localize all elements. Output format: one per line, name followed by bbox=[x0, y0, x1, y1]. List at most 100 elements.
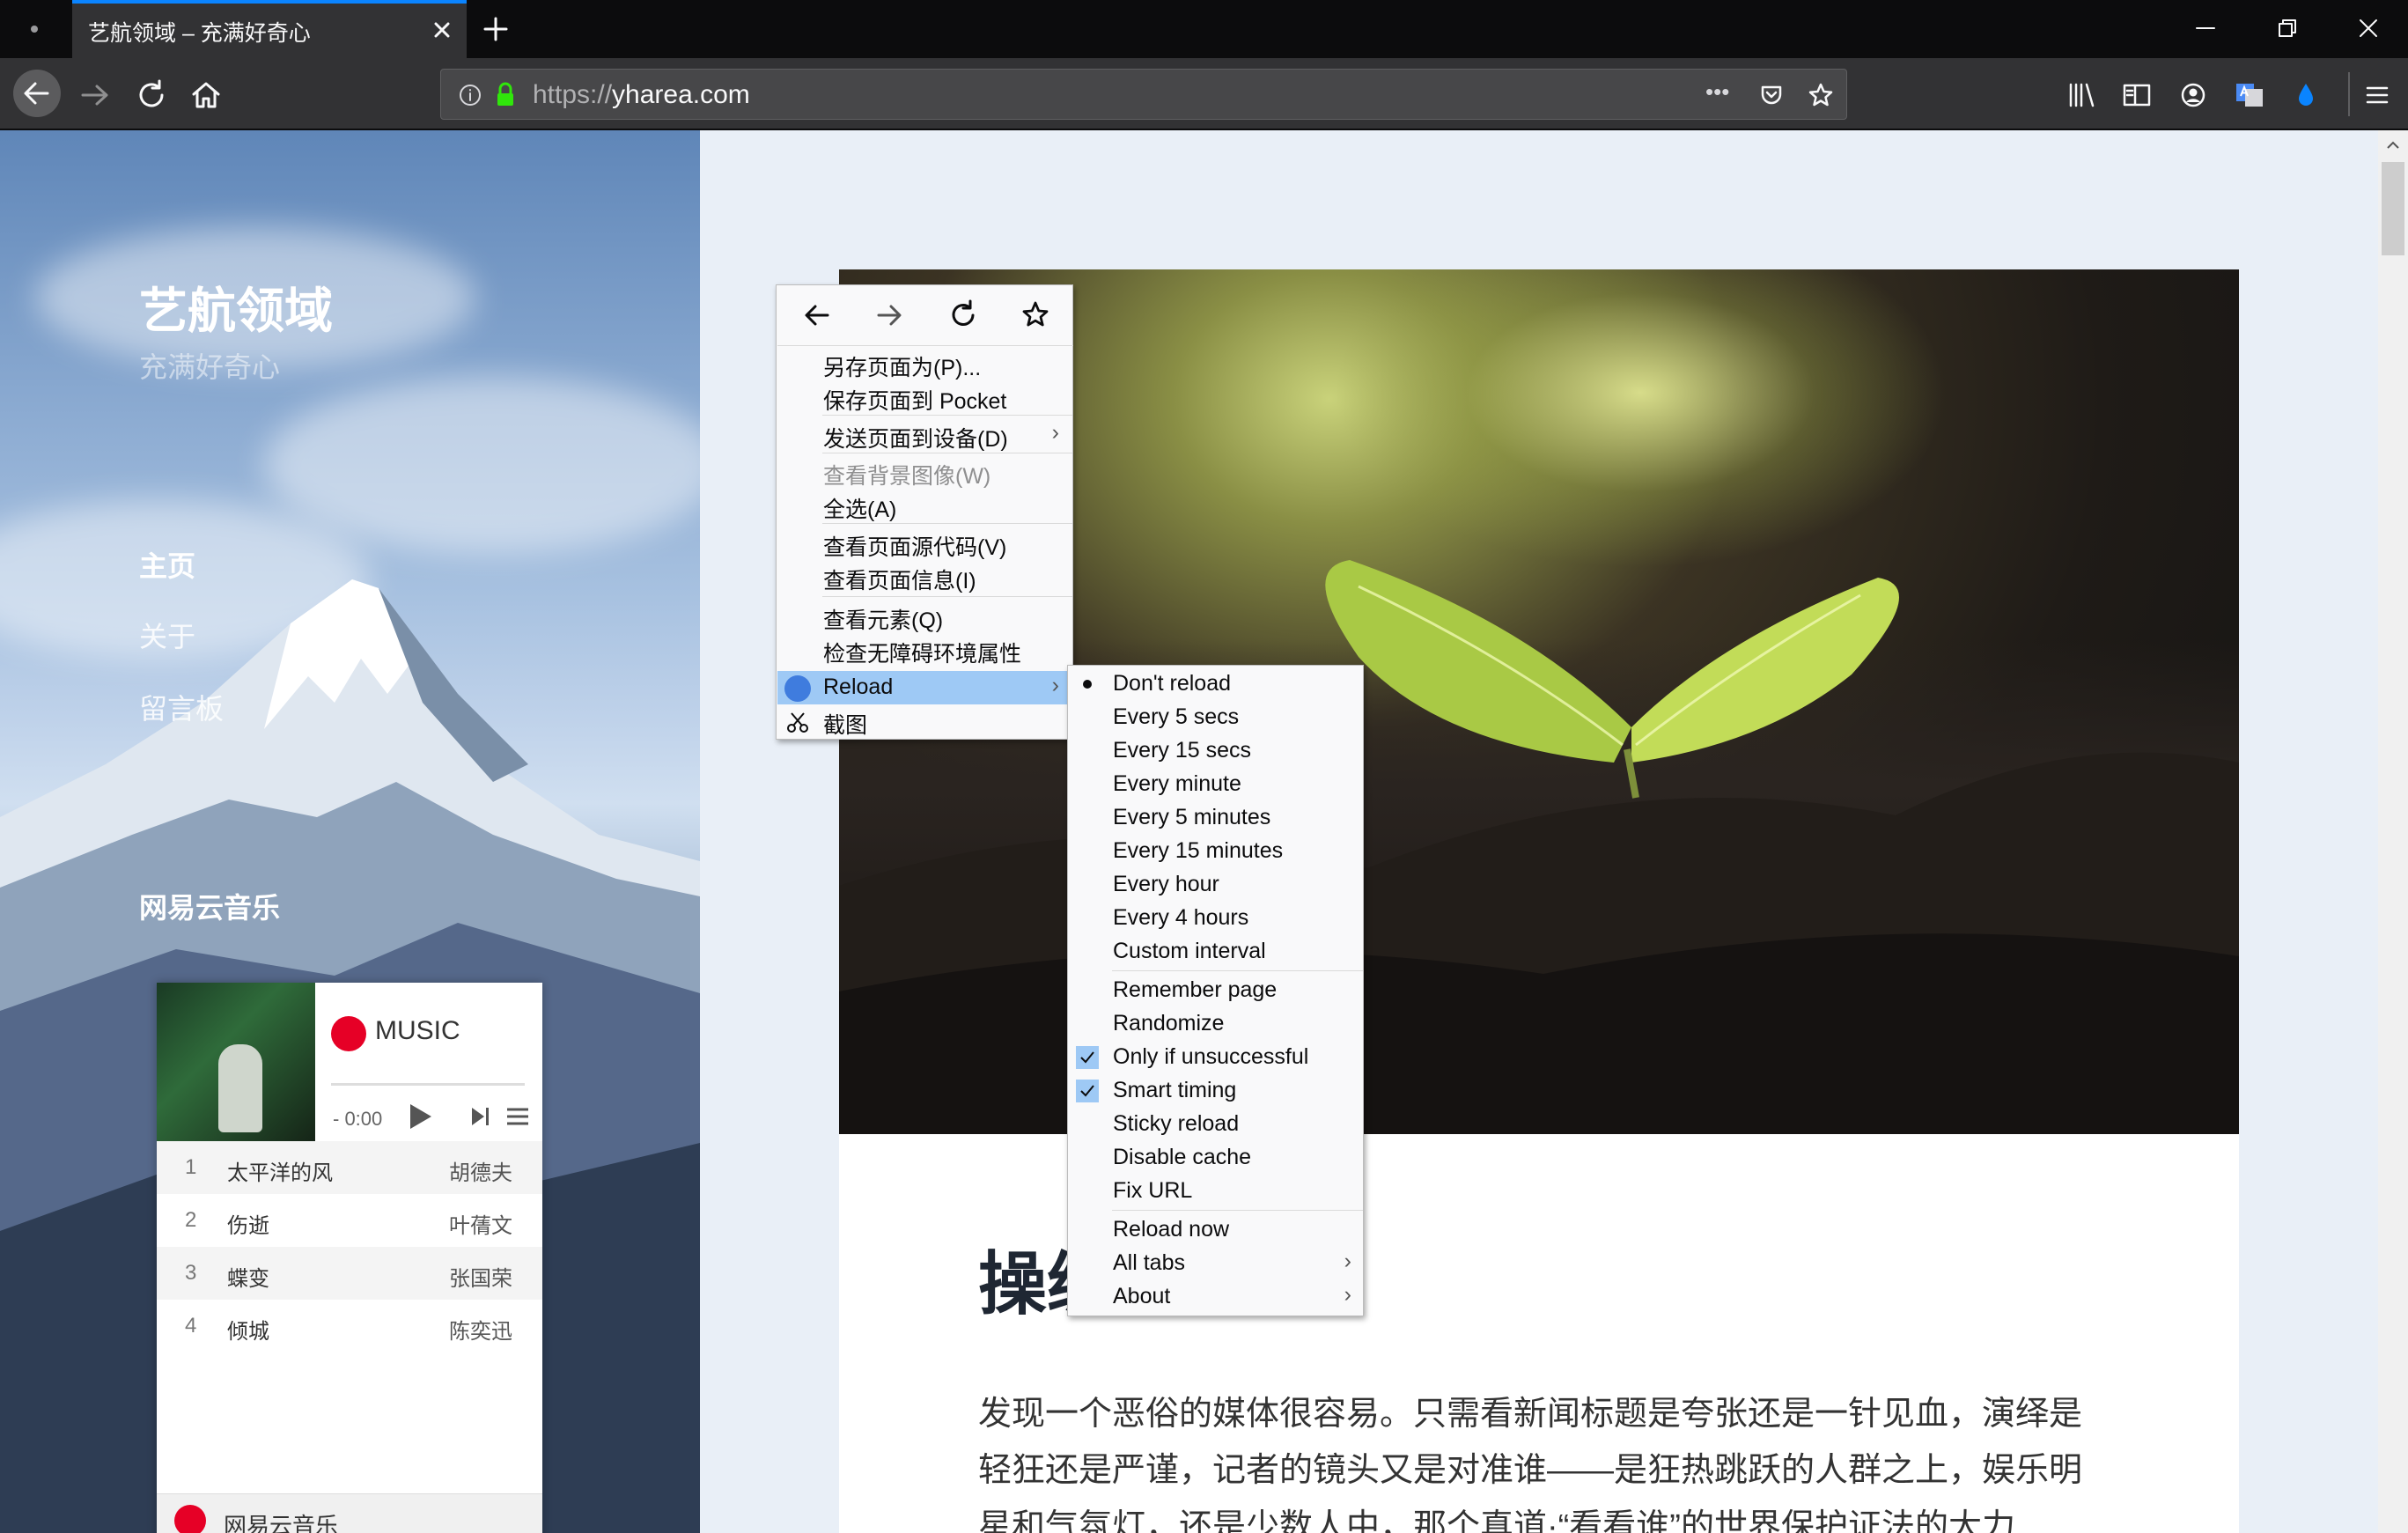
context-back-icon[interactable] bbox=[798, 296, 836, 335]
music-heading: 网易云音乐 bbox=[139, 892, 281, 924]
nav-home[interactable]: 主页 bbox=[139, 544, 195, 585]
translate-icon[interactable] bbox=[2228, 74, 2271, 116]
context-reload-icon[interactable] bbox=[944, 296, 983, 335]
player-time: - 0:00 bbox=[333, 1108, 383, 1130]
menu-disable-cache[interactable]: Disable cache bbox=[1069, 1141, 1364, 1175]
track-row[interactable]: 1 太平洋的风 胡德夫 bbox=[157, 1141, 542, 1194]
menu-separator bbox=[1112, 1210, 1363, 1211]
menu-every-5-secs[interactable]: Every 5 secs bbox=[1069, 701, 1364, 734]
forward-icon[interactable] bbox=[74, 74, 116, 116]
menu-every-15-minutes[interactable]: Every 15 minutes bbox=[1069, 835, 1364, 868]
menu-save-to-pocket[interactable]: 保存页面到 Pocket bbox=[777, 380, 1071, 414]
drop-icon[interactable] bbox=[2285, 74, 2327, 116]
progress-bar[interactable] bbox=[331, 1083, 525, 1086]
site-sidebar: 艺航领域 充满好奇心 主页 关于 留言板 网易云音乐 MUSIC - 0:00 … bbox=[0, 130, 700, 1533]
menu-view-background-image: 查看背景图像(W) bbox=[823, 464, 991, 489]
track-list: 1 太平洋的风 胡德夫 2 伤逝 叶蒨文 3 蝶变 张国荣 4 倾城 陈奕迅 bbox=[157, 1141, 542, 1352]
player-title: MUSIC bbox=[375, 1016, 460, 1045]
scroll-up-icon[interactable] bbox=[2382, 134, 2404, 157]
info-icon[interactable] bbox=[452, 77, 489, 114]
track-artist: 陈奕迅 bbox=[449, 1320, 512, 1344]
menu-view-source[interactable]: 查看页面源代码(V) bbox=[777, 527, 1071, 560]
dot-icon bbox=[31, 26, 38, 33]
page-actions-icon[interactable]: ••• bbox=[1705, 78, 1729, 106]
menu-separator bbox=[822, 523, 1072, 524]
menu-page-info[interactable]: 查看页面信息(I) bbox=[777, 560, 1071, 593]
context-forward-icon[interactable] bbox=[870, 296, 909, 335]
playlist-icon[interactable] bbox=[500, 1099, 535, 1134]
scroll-thumb[interactable] bbox=[2382, 162, 2404, 255]
menu-separator bbox=[822, 415, 1072, 416]
pocket-icon[interactable] bbox=[1753, 77, 1790, 114]
track-row[interactable]: 2 伤逝 叶蒨文 bbox=[157, 1194, 542, 1247]
lock-icon bbox=[497, 82, 513, 106]
tab-active[interactable]: 艺航领域 – 充满好奇心 bbox=[72, 0, 467, 58]
menu-sticky-reload[interactable]: Sticky reload bbox=[1069, 1108, 1364, 1141]
menu-remember-page[interactable]: Remember page bbox=[1069, 974, 1364, 1007]
url-bar[interactable]: https://yharea.com ••• bbox=[440, 69, 1847, 120]
nav-about[interactable]: 关于 bbox=[139, 615, 195, 655]
account-icon[interactable] bbox=[2172, 74, 2214, 116]
scissors-icon bbox=[787, 712, 808, 733]
track-artist: 胡德夫 bbox=[449, 1161, 512, 1185]
radio-dot-icon bbox=[1076, 673, 1099, 696]
menu-inspect-accessibility[interactable]: 检查无障碍环境属性 bbox=[777, 633, 1071, 667]
menu-all-tabs[interactable]: All tabs › bbox=[1069, 1247, 1364, 1280]
menu-about[interactable]: About › bbox=[1069, 1280, 1364, 1314]
menu-screenshot[interactable]: 截图 bbox=[777, 704, 1071, 738]
track-artist: 叶蒨文 bbox=[449, 1214, 512, 1238]
check-icon bbox=[1076, 1046, 1099, 1069]
new-tab-icon[interactable] bbox=[475, 11, 516, 48]
menu-every-minute[interactable]: Every minute bbox=[1069, 768, 1364, 801]
next-icon[interactable] bbox=[465, 1099, 500, 1134]
menu-reload-now[interactable]: Reload now bbox=[1069, 1213, 1364, 1247]
player-footer[interactable]: 网易云音乐 bbox=[157, 1493, 542, 1533]
close-tab-icon[interactable] bbox=[426, 14, 458, 46]
menu-every-hour[interactable]: Every hour bbox=[1069, 868, 1364, 902]
reload-addon-icon bbox=[784, 675, 811, 702]
reload-icon[interactable] bbox=[130, 74, 173, 116]
bookmark-star-icon[interactable] bbox=[1802, 77, 1839, 114]
menu-fix-url[interactable]: Fix URL bbox=[1069, 1175, 1364, 1208]
menu-only-if-unsuccessful[interactable]: Only if unsuccessful bbox=[1069, 1041, 1364, 1074]
menu-dont-reload[interactable]: Don't reload bbox=[1069, 667, 1364, 701]
menu-send-to-device[interactable]: 发送页面到设备(D) › bbox=[777, 418, 1071, 452]
context-bookmark-icon[interactable] bbox=[1016, 296, 1055, 335]
menu-save-page-as[interactable]: 另存页面为(P)... bbox=[777, 347, 1071, 380]
nav-toolbar: https://yharea.com ••• bbox=[0, 58, 2408, 130]
menu-custom-interval[interactable]: Custom interval bbox=[1069, 935, 1364, 969]
netease-logo-icon bbox=[331, 1016, 366, 1051]
menu-randomize[interactable]: Randomize bbox=[1069, 1007, 1364, 1041]
site-subtitle: 充满好奇心 bbox=[139, 351, 281, 383]
minimize-icon[interactable] bbox=[2166, 0, 2245, 58]
play-icon[interactable] bbox=[401, 1099, 437, 1134]
menu-reload[interactable]: Reload › bbox=[777, 671, 1071, 704]
restore-icon[interactable] bbox=[2247, 0, 2326, 58]
menu-every-4-hours[interactable]: Every 4 hours bbox=[1069, 902, 1364, 935]
menu-separator bbox=[822, 596, 1072, 597]
library-icon[interactable] bbox=[2060, 74, 2102, 116]
page-scrollbar[interactable] bbox=[2378, 130, 2408, 1533]
nav-guestbook[interactable]: 留言板 bbox=[139, 687, 224, 727]
menu-inspect-element[interactable]: 查看元素(Q) bbox=[777, 600, 1071, 633]
menu-every-15-secs[interactable]: Every 15 secs bbox=[1069, 734, 1364, 768]
hamburger-menu-icon[interactable] bbox=[2356, 74, 2398, 116]
menu-separator bbox=[777, 345, 1073, 346]
menu-separator bbox=[1112, 970, 1363, 971]
close-window-icon[interactable] bbox=[2329, 0, 2408, 58]
menu-select-all[interactable]: 全选(A) bbox=[777, 489, 1071, 522]
track-row[interactable]: 3 蝶变 张国荣 bbox=[157, 1247, 542, 1300]
track-number: 1 bbox=[185, 1155, 197, 1179]
track-number: 3 bbox=[185, 1261, 197, 1285]
track-row[interactable]: 4 倾城 陈奕迅 bbox=[157, 1300, 542, 1352]
menu-smart-timing[interactable]: Smart timing bbox=[1069, 1074, 1364, 1108]
pinned-tab[interactable] bbox=[12, 11, 56, 48]
menu-every-5-minutes[interactable]: Every 5 minutes bbox=[1069, 801, 1364, 835]
tab-strip: 艺航领域 – 充满好奇心 bbox=[0, 0, 2408, 58]
site-title[interactable]: 艺航领域 bbox=[139, 271, 333, 342]
home-icon[interactable] bbox=[185, 74, 227, 116]
sidebar-toggle-icon[interactable] bbox=[2116, 74, 2158, 116]
tab-title: 艺航领域 – 充满好奇心 bbox=[88, 21, 311, 46]
chevron-right-icon: › bbox=[1344, 1282, 1351, 1307]
back-icon[interactable] bbox=[12, 69, 62, 118]
